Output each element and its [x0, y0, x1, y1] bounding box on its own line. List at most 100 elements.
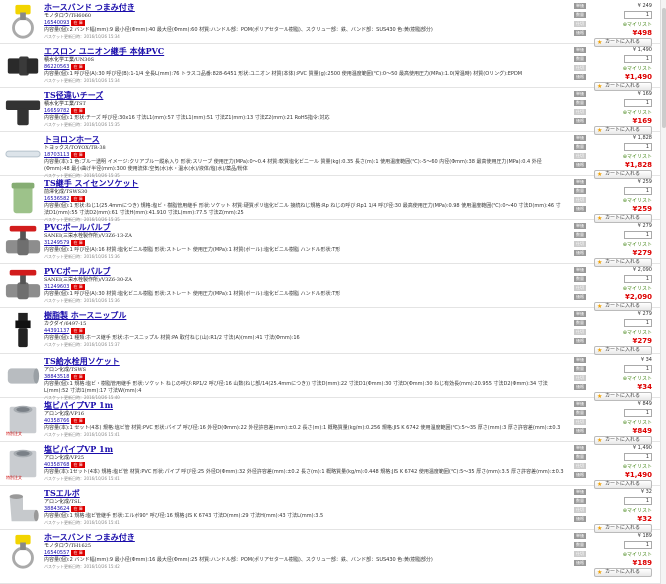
price-panel: 単価 ¥ 259 数量 1 仕切 ⊕マイリスト 価格 ¥259 ★ カートに入れる — [574, 178, 664, 223]
product-image[interactable] — [4, 3, 42, 41]
product-code-link[interactable]: 40358768 — [44, 462, 69, 468]
quantity-input[interactable]: 1 — [624, 365, 652, 373]
mylist-link[interactable]: ⊕マイリスト — [623, 153, 652, 160]
product-maker-model: 積水化学工業/TST — [44, 101, 86, 107]
mylist-link[interactable]: ⊕マイリスト — [623, 329, 652, 336]
product-image[interactable] — [4, 91, 42, 129]
mylist-link[interactable]: ⊕マイリスト — [623, 507, 652, 514]
quantity-input[interactable]: 1 — [624, 187, 652, 195]
product-spec: 内容量(個):1 呼び径(A):30 呼び径(B):1-1/4 全長L(mm):… — [44, 71, 523, 77]
quantity-input[interactable]: 1 — [624, 143, 652, 151]
product-title[interactable]: TSエルボ — [44, 488, 564, 499]
shikiri-label: 仕切 — [574, 21, 586, 27]
product-code-link[interactable]: 18703113 — [44, 152, 69, 158]
product-image[interactable] — [4, 135, 42, 173]
product-title[interactable]: PVCボールバルブ — [44, 222, 564, 233]
product-title[interactable]: TS継手 スイセンソケット — [44, 178, 564, 189]
product-title[interactable]: 樹脂製 ホースニップル — [44, 310, 564, 321]
net-price: ¥849 — [632, 427, 652, 435]
product-code-link[interactable]: 40358766 — [44, 418, 69, 424]
product-image[interactable] — [4, 179, 42, 217]
quantity-input[interactable]: 1 — [624, 453, 652, 461]
product-image[interactable] — [4, 267, 42, 305]
quantity-input[interactable]: 1 — [624, 409, 652, 417]
basket-updated-time: バスケット更新日時：2016/10/26 15:37 — [44, 342, 120, 347]
mylist-link[interactable]: ⊕マイリスト — [623, 463, 652, 470]
product-code-link[interactable]: 44391137 — [44, 328, 69, 334]
product-title[interactable]: TS径違いチーズ — [44, 90, 564, 101]
product-code-link[interactable]: 38843518 — [44, 374, 69, 380]
mylist-link[interactable]: ⊕マイリスト — [623, 375, 652, 382]
product-code-line: 31249603 在 庫 — [44, 284, 564, 291]
mylist-link[interactable]: ⊕マイリスト — [623, 21, 652, 28]
mylist-link[interactable]: ⊕マイリスト — [623, 197, 652, 204]
product-image[interactable] — [4, 489, 42, 527]
quantity-input[interactable]: 1 — [624, 99, 652, 107]
quantity-input[interactable]: 1 — [624, 275, 652, 283]
quantity-label: 数量 — [574, 542, 586, 548]
scrollbar[interactable] — [660, 0, 666, 584]
product-title[interactable]: トヨロンホース — [44, 134, 564, 145]
mylist-link[interactable]: ⊕マイリスト — [623, 109, 652, 116]
product-code-link[interactable]: 31249579 — [44, 240, 69, 246]
product-title[interactable]: PVCボールバルブ — [44, 266, 564, 277]
shikiri-label: 仕切 — [574, 241, 586, 247]
product-row: トヨロンホース トヨックス/TOYOX/TR-38 18703113 在 庫 内容… — [0, 132, 666, 179]
product-code-link[interactable]: 16659782 — [44, 108, 69, 114]
add-to-cart-label: カートに入れる — [605, 347, 641, 353]
product-image[interactable] — [4, 533, 42, 571]
price-label: 価格 — [574, 516, 586, 522]
product-title[interactable]: エスロン ユニオン継手 本体PVC — [44, 46, 564, 57]
product-title[interactable]: 塩ビパイプVP 1m — [44, 400, 564, 411]
price-panel: 単価 ¥ 249 数量 1 仕切 ⊕マイリスト 価格 ¥498 ★ カートに入れる — [574, 2, 664, 47]
product-code-link[interactable]: 16540557 — [44, 550, 69, 556]
product-image[interactable]: 特別注文 — [4, 401, 42, 439]
product-code-link[interactable]: 16540093 — [44, 20, 69, 26]
price-label: 価格 — [574, 428, 586, 434]
mylist-link[interactable]: ⊕マイリスト — [623, 551, 652, 558]
net-price: ¥1,490 — [624, 73, 652, 81]
mylist-link[interactable]: ⊕マイリスト — [623, 285, 652, 292]
product-code-link[interactable]: 86220563 — [44, 64, 69, 70]
product-image[interactable] — [4, 47, 42, 85]
product-spec: 内容量(個):1 規格:塩ビ管継手 形状:エルボ90° 呼び径:16 規格:JI… — [44, 513, 324, 519]
product-code-link[interactable]: 38843624 — [44, 506, 69, 512]
quantity-label: 数量 — [574, 498, 586, 504]
product-title[interactable]: ホースバンド つまみ付き — [44, 2, 564, 13]
stock-badge: 在 庫 — [71, 196, 85, 202]
mylist-link[interactable]: ⊕マイリスト — [623, 241, 652, 248]
mylist-link[interactable]: ⊕マイリスト — [623, 419, 652, 426]
mylist-link[interactable]: ⊕マイリスト — [623, 65, 652, 72]
add-to-cart-button[interactable]: ★ カートに入れる — [594, 568, 652, 577]
product-title[interactable]: TS給水栓用ソケット — [44, 356, 564, 367]
product-image[interactable] — [4, 357, 42, 395]
product-image[interactable] — [4, 311, 42, 349]
basket-updated-time: バスケット更新日時：2016/10/26 15:42 — [44, 564, 120, 569]
price-panel: 単価 ¥ 1,490 数量 1 仕切 ⊕マイリスト 価格 ¥1,490 ★ カートに入れる — [574, 46, 664, 91]
product-title[interactable]: ホースバンド つまみ付き — [44, 532, 564, 543]
quantity-label: 数量 — [574, 188, 586, 194]
product-code-link[interactable]: 16536582 — [44, 196, 69, 202]
unit-price: ¥ 189 — [637, 533, 652, 539]
product-image[interactable]: 特別注文 — [4, 445, 42, 483]
basket-updated-time: バスケット更新日時：2016/10/26 15:41 — [44, 432, 120, 437]
product-code-link[interactable]: 31249603 — [44, 284, 69, 290]
quantity-input[interactable]: 1 — [624, 55, 652, 63]
price-label: 価格 — [574, 162, 586, 168]
net-price: ¥2,090 — [624, 293, 652, 301]
shikiri-label: 仕切 — [574, 329, 586, 335]
price-panel: 単価 ¥ 2,090 数量 1 仕切 ⊕マイリスト 価格 ¥2,090 ★ カートに入れる — [574, 266, 664, 311]
quantity-input[interactable]: 1 — [624, 11, 652, 19]
shikiri-label: 仕切 — [574, 285, 586, 291]
quantity-input[interactable]: 1 — [624, 541, 652, 549]
star-icon: ★ — [597, 347, 603, 354]
quantity-input[interactable]: 1 — [624, 319, 652, 327]
shikiri-label: 仕切 — [574, 419, 586, 425]
quantity-input[interactable]: 1 — [624, 231, 652, 239]
quantity-input[interactable]: 1 — [624, 497, 652, 505]
scrollbar-thumb[interactable] — [662, 8, 666, 128]
product-image[interactable] — [4, 223, 42, 261]
price-label: 価格 — [574, 560, 586, 566]
quantity-label: 数量 — [574, 144, 586, 150]
product-title[interactable]: 塩ビパイプVP 1m — [44, 444, 564, 455]
